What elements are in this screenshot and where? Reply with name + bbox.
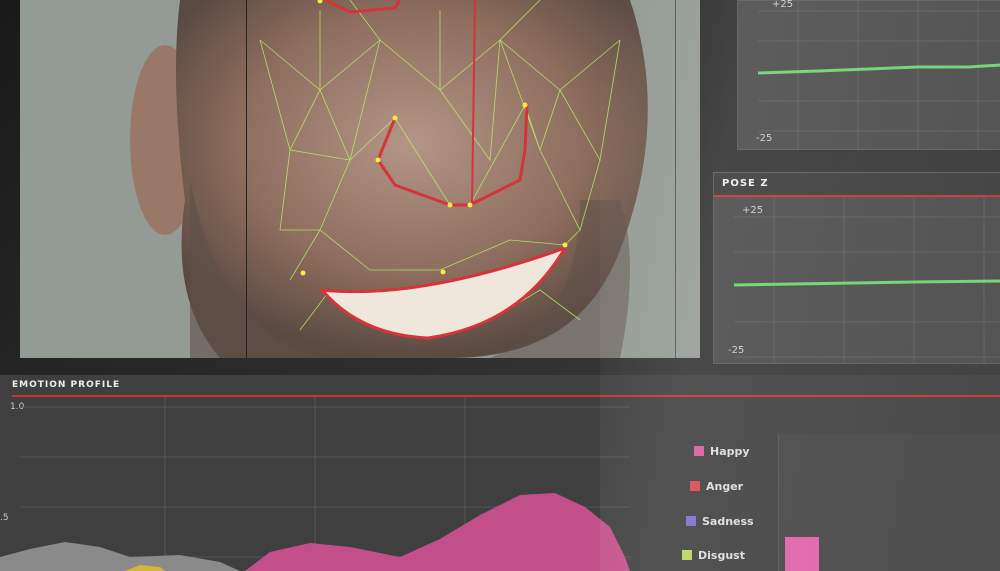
face-image	[20, 0, 700, 358]
video-feed[interactable]	[20, 0, 700, 358]
emotion-bar-chart	[778, 434, 1000, 571]
legend-sadness[interactable]: Sadness	[686, 515, 754, 528]
legend-swatch	[682, 550, 692, 560]
emotion-chart	[0, 397, 630, 571]
legend-swatch	[686, 516, 696, 526]
pose-z-panel: POSE Z +25 -25	[713, 172, 1000, 364]
emotion-profile-title: EMOTION PROFILE	[12, 375, 1000, 397]
video-gridline	[675, 0, 676, 358]
legend-happy[interactable]: Happy	[694, 445, 750, 458]
happy-bar	[785, 537, 819, 571]
video-gridline	[246, 0, 247, 358]
emotion-series-happy	[245, 493, 630, 571]
legend-disgust[interactable]: Disgust	[682, 549, 745, 562]
pose-z-chart	[733, 197, 1000, 363]
pose-panel-top: +25 -25	[737, 0, 1000, 150]
legend-swatch	[694, 446, 704, 456]
legend-anger[interactable]: Anger	[690, 480, 743, 493]
pose-chart	[757, 1, 1000, 149]
pose-z-title: POSE Z	[714, 173, 1000, 197]
pose-line	[757, 63, 1000, 75]
legend-swatch	[690, 481, 700, 491]
